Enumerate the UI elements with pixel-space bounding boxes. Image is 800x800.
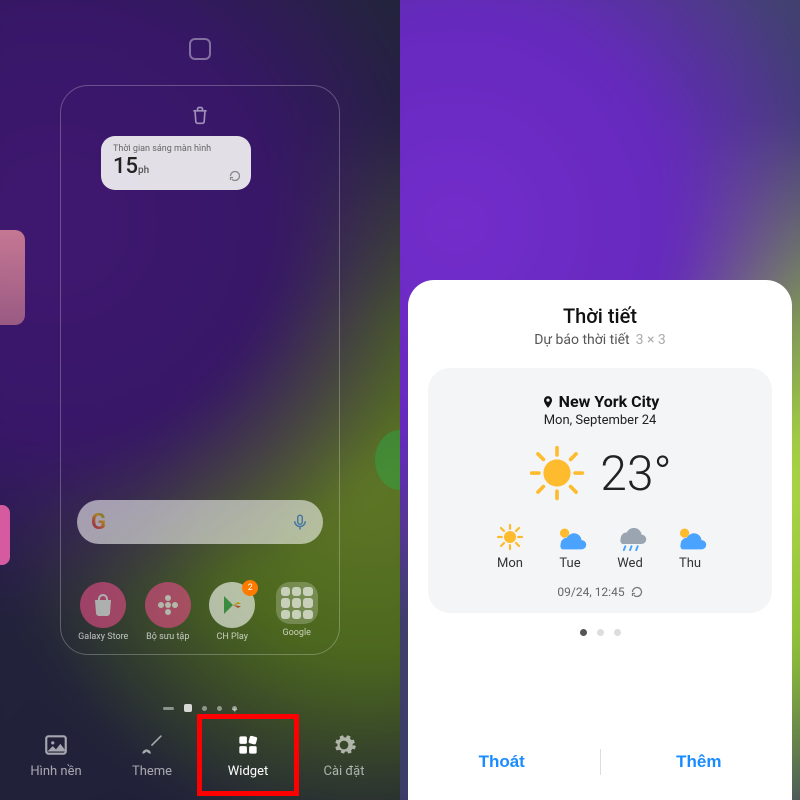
weather-now: 23°	[528, 444, 671, 502]
google-search-bar[interactable]: G	[77, 500, 323, 544]
refresh-icon[interactable]	[229, 170, 241, 182]
mic-icon[interactable]	[291, 511, 309, 533]
refresh-icon[interactable]	[631, 586, 643, 598]
bottombar-widget[interactable]: Widget	[203, 720, 293, 790]
editor-bottom-bar: Hình nền Theme Widget Cài đặt	[0, 710, 400, 800]
forecast-day-label: Thu	[679, 556, 701, 571]
location-pin-icon	[541, 394, 555, 410]
sun-icon	[493, 522, 527, 552]
bottombar-label: Widget	[228, 764, 268, 779]
app-ch-play[interactable]: 2 CH Play	[202, 582, 262, 642]
forecast-day-label: Tue	[559, 556, 580, 571]
home-indicator-icon	[189, 38, 211, 60]
forecast-wed: Wed	[613, 522, 647, 571]
forecast-day-label: Mon	[497, 556, 523, 571]
google-g-icon: G	[91, 510, 106, 535]
app-row: Galaxy Store Bộ sưu tập 2 CH Play Google	[71, 582, 329, 642]
bottombar-hình-nền[interactable]: Hình nền	[11, 720, 101, 790]
forecast-row: Mon Tue Wed Thu	[493, 522, 707, 571]
delete-page-icon[interactable]	[190, 104, 210, 126]
weather-updated: 09/24, 12:45	[557, 585, 642, 599]
app-label: CH Play	[217, 632, 248, 642]
screen-time-widget[interactable]: Thời gian sáng màn hình 15ph	[101, 136, 251, 190]
add-button[interactable]: Thêm	[650, 742, 747, 782]
cancel-button[interactable]: Thoát	[453, 742, 551, 782]
sheet-subtitle: Dự báo thời tiết3 × 3	[534, 332, 666, 348]
flower-icon	[145, 582, 191, 628]
weather-date: Mon, September 24	[544, 413, 657, 428]
sheet-title: Thời tiết	[563, 304, 637, 328]
bottombar-theme[interactable]: Theme	[107, 720, 197, 790]
app-galaxy-store[interactable]: Galaxy Store	[73, 582, 133, 642]
weather-temp: 23°	[600, 445, 671, 502]
right-pane: Thời tiết Dự báo thời tiết3 × 3 New York…	[400, 0, 800, 800]
left-pane: Thời gian sáng màn hình 15ph G Galaxy St…	[0, 0, 400, 800]
bottombar-cài-đặt[interactable]: Cài đặt	[299, 720, 389, 790]
screen-time-label: Thời gian sáng màn hình	[113, 144, 239, 154]
forecast-day-label: Wed	[617, 556, 643, 571]
sun-icon	[528, 444, 586, 502]
app-label: Bộ sưu tập	[146, 632, 189, 642]
bottombar-label: Cài đặt	[323, 764, 364, 779]
badge: 2	[242, 580, 258, 596]
cloud-icon	[673, 522, 707, 552]
peek-preview-left[interactable]	[0, 230, 25, 325]
weather-widget-preview[interactable]: New York City Mon, September 24 23° Mon	[428, 368, 772, 613]
app-bộ-sưu-tập[interactable]: Bộ sưu tập	[138, 582, 198, 642]
bottombar-label: Hình nền	[30, 764, 81, 779]
widget-page-dots[interactable]	[580, 629, 621, 636]
widget-add-sheet: Thời tiết Dự báo thời tiết3 × 3 New York…	[408, 280, 792, 800]
sheet-actions: Thoát Thêm	[428, 730, 772, 782]
forecast-tue: Tue	[553, 522, 587, 571]
app-label: Galaxy Store	[78, 632, 128, 642]
weather-city: New York City	[541, 392, 660, 411]
forecast-thu: Thu	[673, 522, 707, 571]
google-folder-icon	[276, 582, 318, 624]
cloud-icon	[553, 522, 587, 552]
screen-time-value: 15ph	[113, 154, 239, 180]
forecast-mon: Mon	[493, 522, 527, 571]
app-label: Google	[283, 628, 311, 638]
home-page-preview[interactable]: Thời gian sáng màn hình 15ph G Galaxy St…	[60, 85, 340, 655]
app-google[interactable]: Google	[267, 582, 327, 642]
rain-icon	[613, 522, 647, 552]
bottombar-label: Theme	[132, 764, 172, 779]
action-separator	[600, 749, 601, 775]
bag-icon	[80, 582, 126, 628]
peek-widget-left[interactable]	[0, 505, 10, 565]
